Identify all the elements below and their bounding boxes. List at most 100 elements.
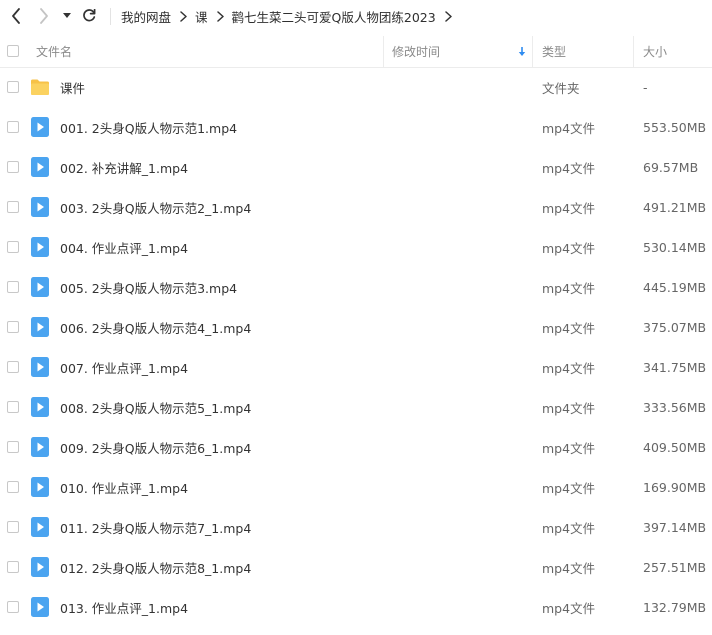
file-row[interactable]: 003. 2头身Q版人物示范2_1.mp4 mp4文件 491.21MB: [0, 187, 712, 227]
file-type: mp4文件: [542, 560, 596, 576]
file-row[interactable]: 课件 文件夹 -: [0, 67, 712, 107]
back-button[interactable]: [5, 5, 27, 27]
file-type: 文件夹: [542, 80, 580, 96]
file-row[interactable]: 013. 作业点评_1.mp4 mp4文件 132.79MB: [0, 587, 712, 627]
row-checkbox[interactable]: [7, 481, 19, 493]
video-file-icon: [31, 157, 49, 177]
file-row[interactable]: 010. 作业点评_1.mp4 mp4文件 169.90MB: [0, 467, 712, 507]
file-size: 341.75MB: [643, 359, 707, 375]
file-name[interactable]: 003. 2头身Q版人物示范2_1.mp4: [60, 187, 251, 227]
history-dropdown-button[interactable]: [58, 5, 76, 27]
file-size: 375.07MB: [643, 319, 707, 335]
file-row[interactable]: 012. 2头身Q版人物示范8_1.mp4 mp4文件 257.51MB: [0, 547, 712, 587]
column-header-modified[interactable]: 修改时间: [392, 36, 440, 67]
row-checkbox[interactable]: [7, 201, 19, 213]
breadcrumb-item-current[interactable]: 鹳七生菜二头可爱Q版人物团练2023: [232, 7, 436, 26]
file-row[interactable]: 005. 2头身Q版人物示范3.mp4 mp4文件 445.19MB: [0, 267, 712, 307]
column-header-name[interactable]: 文件名: [36, 36, 72, 67]
file-size: 409.50MB: [643, 439, 707, 455]
row-checkbox[interactable]: [7, 281, 19, 293]
file-name[interactable]: 004. 作业点评_1.mp4: [60, 227, 188, 267]
row-checkbox[interactable]: [7, 161, 19, 173]
file-type: mp4文件: [542, 240, 596, 256]
row-checkbox[interactable]: [7, 601, 19, 613]
row-checkbox[interactable]: [7, 401, 19, 413]
row-checkbox[interactable]: [7, 321, 19, 333]
sort-desc-icon[interactable]: [518, 36, 526, 67]
video-file-icon: [31, 117, 49, 137]
breadcrumb-item-course[interactable]: 课: [195, 7, 208, 26]
file-size: 169.90MB: [643, 479, 707, 495]
file-row[interactable]: 008. 2头身Q版人物示范5_1.mp4 mp4文件 333.56MB: [0, 387, 712, 427]
file-size: 69.57MB: [643, 159, 699, 175]
chevron-right-icon: [216, 11, 224, 22]
file-row[interactable]: 001. 2头身Q版人物示范1.mp4 mp4文件 553.50MB: [0, 107, 712, 147]
file-list-header: 文件名 修改时间 类型 大小: [0, 36, 712, 68]
file-row[interactable]: 009. 2头身Q版人物示范6_1.mp4 mp4文件 409.50MB: [0, 427, 712, 467]
file-name[interactable]: 011. 2头身Q版人物示范7_1.mp4: [60, 507, 251, 547]
column-header-type[interactable]: 类型: [542, 36, 566, 67]
file-name[interactable]: 005. 2头身Q版人物示范3.mp4: [60, 267, 237, 307]
file-name[interactable]: 013. 作业点评_1.mp4: [60, 587, 188, 627]
row-checkbox[interactable]: [7, 121, 19, 133]
file-row[interactable]: 011. 2头身Q版人物示范7_1.mp4 mp4文件 397.14MB: [0, 507, 712, 547]
caret-down-icon: [63, 13, 71, 18]
row-checkbox[interactable]: [7, 441, 19, 453]
column-divider: [383, 36, 384, 67]
file-type: mp4文件: [542, 440, 596, 456]
file-type: mp4文件: [542, 280, 596, 296]
video-file-icon: [31, 597, 49, 617]
file-name[interactable]: 006. 2头身Q版人物示范4_1.mp4: [60, 307, 251, 347]
file-size: -: [643, 79, 648, 95]
file-size: 132.79MB: [643, 599, 707, 615]
file-type: mp4文件: [542, 160, 596, 176]
file-type: mp4文件: [542, 520, 596, 536]
refresh-icon: [83, 9, 96, 22]
file-name[interactable]: 008. 2头身Q版人物示范5_1.mp4: [60, 387, 251, 427]
file-type: mp4文件: [542, 480, 596, 496]
video-file-icon: [31, 437, 49, 457]
file-size: 491.21MB: [643, 199, 707, 215]
file-size: 445.19MB: [643, 279, 707, 295]
file-row[interactable]: 007. 作业点评_1.mp4 mp4文件 341.75MB: [0, 347, 712, 387]
row-checkbox[interactable]: [7, 561, 19, 573]
row-checkbox[interactable]: [7, 241, 19, 253]
file-row[interactable]: 006. 2头身Q版人物示范4_1.mp4 mp4文件 375.07MB: [0, 307, 712, 347]
file-size: 397.14MB: [643, 519, 707, 535]
video-file-icon: [31, 357, 49, 377]
file-name[interactable]: 010. 作业点评_1.mp4: [60, 467, 188, 507]
video-file-icon: [31, 517, 49, 537]
file-type: mp4文件: [542, 320, 596, 336]
select-all-checkbox[interactable]: [7, 45, 19, 57]
video-file-icon: [31, 237, 49, 257]
file-type: mp4文件: [542, 120, 596, 136]
column-header-size[interactable]: 大小: [643, 36, 667, 67]
file-size: 530.14MB: [643, 239, 707, 255]
file-name[interactable]: 007. 作业点评_1.mp4: [60, 347, 188, 387]
column-divider: [532, 36, 533, 67]
file-type: mp4文件: [542, 400, 596, 416]
file-row[interactable]: 002. 补充讲解_1.mp4 mp4文件 69.57MB: [0, 147, 712, 187]
file-type: mp4文件: [542, 360, 596, 376]
refresh-button[interactable]: [78, 5, 100, 27]
toolbar: 我的网盘 课 鹳七生菜二头可爱Q版人物团练2023: [0, 0, 712, 34]
folder-icon: [30, 78, 50, 98]
video-file-icon: [31, 397, 49, 417]
video-file-icon: [31, 317, 49, 337]
breadcrumb-item-root[interactable]: 我的网盘: [121, 7, 171, 26]
file-name[interactable]: 012. 2头身Q版人物示范8_1.mp4: [60, 547, 251, 587]
column-divider: [633, 36, 634, 67]
row-checkbox[interactable]: [7, 361, 19, 373]
file-name[interactable]: 009. 2头身Q版人物示范6_1.mp4: [60, 427, 251, 467]
video-file-icon: [31, 197, 49, 217]
video-file-icon: [31, 477, 49, 497]
file-name[interactable]: 001. 2头身Q版人物示范1.mp4: [60, 107, 237, 147]
file-name[interactable]: 002. 补充讲解_1.mp4: [60, 147, 188, 187]
row-checkbox[interactable]: [7, 521, 19, 533]
row-checkbox[interactable]: [7, 81, 19, 93]
file-row[interactable]: 004. 作业点评_1.mp4 mp4文件 530.14MB: [0, 227, 712, 267]
video-file-icon: [31, 277, 49, 297]
forward-button[interactable]: [33, 5, 55, 27]
video-file-icon: [31, 557, 49, 577]
file-name[interactable]: 课件: [60, 67, 85, 107]
